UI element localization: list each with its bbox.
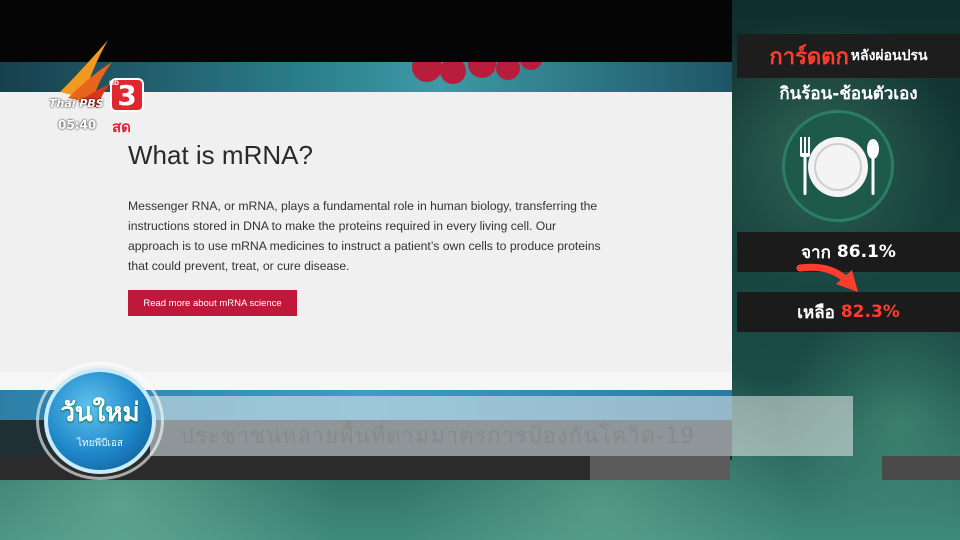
virus-blob	[412, 62, 442, 82]
infographic-header-red: การ์ดตก	[769, 44, 849, 70]
plate-fork-spoon-icon	[782, 110, 894, 222]
read-more-button[interactable]: Read more about mRNA science	[128, 290, 297, 316]
infographic-header-white: หลังผ่อนปรน	[850, 48, 928, 64]
infographic-subheader: กินร้อน-ช้อนตัวเอง	[779, 83, 918, 104]
page-title: What is mRNA?	[128, 140, 313, 170]
news-ticker: ประชาชนหลายพื้นที่ตามมาตรการป้องกันโควิด…	[150, 396, 853, 456]
page-body-text: Messenger RNA, or mRNA, plays a fundamen…	[128, 199, 601, 273]
hd-badge: HD	[109, 80, 120, 87]
program-subtitle: ไทยพีบีเอส	[77, 438, 123, 449]
stat-to-label: เหลือ	[797, 302, 835, 323]
virus-blob	[520, 62, 542, 70]
virus-blob	[468, 62, 496, 78]
channel-brand: Thai PBS	[49, 97, 104, 110]
stat-to-value: 82.3%	[840, 302, 900, 322]
virus-blob	[496, 62, 520, 80]
ticker-text: ประชาชนหลายพื้นที่ตามมาตรการป้องกันโควิด…	[180, 424, 696, 449]
infographic-header: การ์ดตก หลังผ่อนปรน	[737, 34, 960, 78]
stat-to: เหลือ 82.3%	[737, 292, 960, 332]
ticker-bar-grey	[590, 456, 730, 480]
program-title: วันใหม่	[60, 398, 140, 428]
down-arrow-icon	[796, 263, 858, 292]
live-label: สด	[112, 118, 131, 136]
stat-from-value: 86.1%	[836, 242, 896, 262]
ticker-bar-right	[882, 456, 960, 480]
virus-blob	[440, 62, 466, 84]
broadcast-clock: 05:40	[58, 118, 97, 132]
